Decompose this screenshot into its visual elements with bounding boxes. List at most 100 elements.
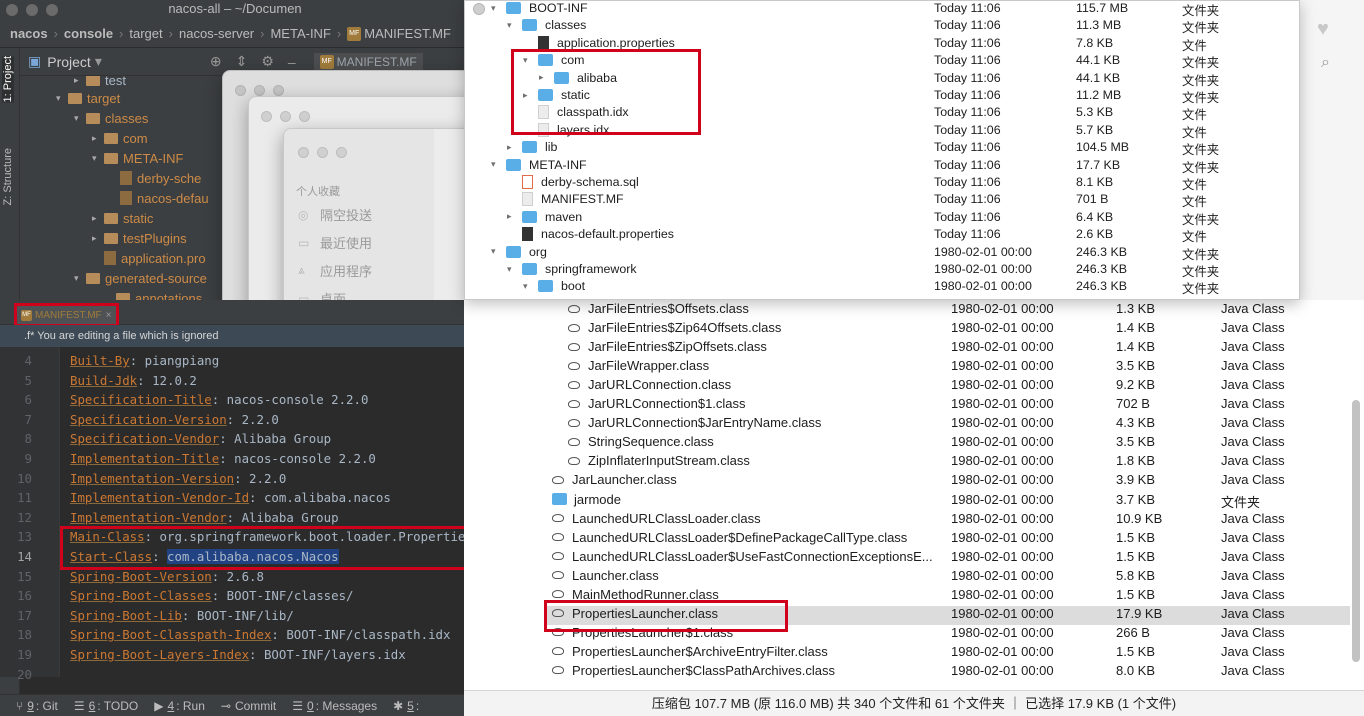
collapse-all-icon[interactable]: ⇕ — [236, 53, 248, 70]
tool-tab-structure[interactable]: Z: Structure — [2, 148, 14, 205]
code-line[interactable]: 9 Implementation-Title: nacos-console 2.2… — [0, 449, 542, 469]
archive-row[interactable]: JarURLConnection$1.class 1980-02-01 00:00… — [544, 396, 1350, 415]
chevron-down-icon[interactable]: ▾ — [523, 281, 538, 292]
chevron-down-icon[interactable]: ▾ — [491, 159, 506, 170]
archive-row[interactable]: ZipInflaterInputStream.class 1980-02-01 0… — [544, 453, 1350, 472]
heart-icon[interactable]: ♥ — [1317, 18, 1329, 41]
archive-tree-row[interactable]: ▾ boot 1980-02-01 00:00 246.3 KB 文件夹 — [489, 279, 1299, 296]
code-line[interactable]: 4 Built-By: piangpiang — [0, 351, 542, 371]
tree-node[interactable]: ▸ testPlugins — [92, 228, 187, 248]
tree-node[interactable]: derby-sche — [120, 168, 201, 188]
code-line[interactable]: 17 Spring-Boot-Lib: BOOT-INF/lib/ — [0, 606, 542, 626]
archive-row[interactable]: LaunchedURLClassLoader.class 1980-02-01 0… — [544, 511, 1350, 530]
editor-tab-manifest-top[interactable]: MF MANIFEST.MF — [313, 52, 423, 71]
debug-tool-button[interactable]: ✱ 5: — [393, 699, 419, 713]
window-control[interactable] — [473, 3, 485, 15]
chevron-down-icon[interactable]: ▾ — [507, 20, 522, 31]
archive-tree-row[interactable]: ▸ lib Today 11:06 104.5 MB 文件夹 — [489, 140, 1299, 157]
chevron-down-icon[interactable]: ▾ — [491, 3, 506, 14]
tree-node[interactable]: annotations — [116, 288, 202, 300]
breadcrumb-item-manifest[interactable]: MF MANIFEST.MF — [347, 26, 451, 41]
archive-tree-row[interactable]: MANIFEST.MF Today 11:06 701 B 文件 — [489, 192, 1299, 209]
zoom-window-button[interactable] — [46, 4, 58, 16]
locate-icon[interactable]: ⊕ — [210, 53, 222, 70]
archive-row[interactable]: JarLauncher.class 1980-02-01 00:00 3.9 KB J… — [544, 472, 1350, 491]
tree-node[interactable]: ▸ static — [92, 208, 153, 228]
chevron-down-icon[interactable]: ▾ — [95, 53, 102, 70]
search-icon[interactable]: ⌕ — [1321, 54, 1330, 72]
archive-tree-row[interactable]: ▾ classes Today 11:06 11.3 MB 文件夹 — [489, 18, 1299, 35]
archive-tree-row[interactable]: ▾ org 1980-02-01 00:00 246.3 KB 文件夹 — [489, 245, 1299, 262]
sidebar-item-recents[interactable]: ▭ 最近使用 — [298, 233, 372, 252]
code-editor[interactable]: 4 Built-By: piangpiang 5 Build-Jdk: 12.0.2 6… — [0, 347, 542, 682]
archive-tree-row[interactable]: ▾ springframework 1980-02-01 00:00 246.3 KB… — [489, 262, 1299, 279]
code-line[interactable]: 10 Implementation-Version: 2.2.0 — [0, 469, 542, 489]
code-line[interactable]: 18 Spring-Boot-Classpath-Index: BOOT-INF/… — [0, 625, 542, 645]
archive-row[interactable]: PropertiesLauncher$ClassPathArchives.cla… — [544, 663, 1350, 682]
tree-node[interactable]: ▸ com — [92, 128, 148, 148]
archive-tree-row[interactable]: nacos-default.properties Today 11:06 2.6 K… — [489, 227, 1299, 244]
code-line[interactable]: 20 — [0, 665, 542, 685]
archive-row[interactable]: Launcher.class 1980-02-01 00:00 5.8 KB Java… — [544, 568, 1350, 587]
sidebar-item-applications[interactable]: ⩓ 应用程序 — [298, 261, 372, 280]
run-tool-button[interactable]: ▶ 4: Run — [154, 699, 205, 713]
sidebar-item-airdrop[interactable]: ◎ 隔空投送 — [298, 205, 372, 224]
editor-tab-manifest[interactable]: MF MANIFEST.MF × — [14, 303, 119, 327]
archive-tree-row[interactable]: derby-schema.sql Today 11:06 8.1 KB 文件 — [489, 175, 1299, 192]
java-class-icon — [568, 361, 580, 370]
archive-row[interactable]: JarURLConnection$JarEntryName.class 1980-… — [544, 415, 1350, 434]
tree-node[interactable]: ▾ META-INF — [92, 148, 183, 168]
breadcrumb-item[interactable]: console — [64, 26, 113, 41]
chevron-down-icon[interactable]: ▾ — [507, 264, 522, 275]
archive-row[interactable]: LaunchedURLClassLoader$UseFastConnection… — [544, 549, 1350, 568]
vertical-scrollbar[interactable] — [1352, 400, 1360, 662]
archive-row[interactable]: JarFileEntries$ZipOffsets.class 1980-02-0… — [544, 339, 1350, 358]
archive-row[interactable]: jarmode 1980-02-01 00:00 3.7 KB 文件夹 — [544, 492, 1350, 511]
archive-row[interactable]: JarFileEntries$Offsets.class 1980-02-01 0… — [544, 301, 1350, 320]
entry-kind: Java Class — [1221, 301, 1285, 316]
archive-row[interactable]: JarURLConnection.class 1980-02-01 00:00 9.… — [544, 377, 1350, 396]
archive-tree-row[interactable]: ▾ META-INF Today 11:06 17.7 KB 文件夹 — [489, 158, 1299, 175]
entry-label: PropertiesLauncher$ClassPathArchives.cla… — [572, 662, 836, 678]
archive-row[interactable]: LaunchedURLClassLoader$DefinePackageCall… — [544, 530, 1350, 549]
entry-date: 1980-02-01 00:00 — [934, 262, 1032, 276]
tree-node[interactable]: ▾ target — [56, 88, 120, 108]
code-line[interactable]: 6 Specification-Title: nacos-console 2.2.… — [0, 390, 542, 410]
code-line[interactable]: 8 Specification-Vendor: Alibaba Group — [0, 429, 542, 449]
code-line[interactable]: 5 Build-Jdk: 12.0.2 — [0, 371, 542, 391]
archive-row[interactable]: PropertiesLauncher$ArchiveEntryFilter.cl… — [544, 644, 1350, 663]
git-tool-button[interactable]: ⑂ 9: Git — [16, 699, 58, 713]
minimize-window-button[interactable] — [26, 4, 38, 16]
entry-kind: 文件夹 — [1182, 143, 1220, 158]
archive-row[interactable]: JarFileWrapper.class 1980-02-01 00:00 3.5 … — [544, 358, 1350, 377]
close-window-button[interactable] — [6, 4, 18, 16]
tree-node[interactable]: ▾ generated-source — [74, 268, 207, 288]
tool-tab-project[interactable]: 1: Project — [2, 56, 14, 103]
hide-icon[interactable]: – — [288, 54, 296, 70]
chevron-down-icon[interactable]: ▾ — [491, 246, 506, 257]
archive-row[interactable]: JarFileEntries$Zip64Offsets.class 1980-02… — [544, 320, 1350, 339]
archive-tree-row[interactable]: ▾ BOOT-INF Today 11:06 115.7 MB 文件夹 — [489, 1, 1299, 18]
breadcrumb-item[interactable]: target — [129, 26, 162, 41]
tree-node[interactable]: ▾ classes — [74, 108, 148, 128]
gear-icon[interactable]: ⚙ — [261, 53, 274, 70]
tree-node[interactable]: nacos-defau — [120, 188, 209, 208]
todo-tool-button[interactable]: ☰ 6: TODO — [74, 699, 138, 713]
breadcrumb-item[interactable]: META-INF — [270, 26, 330, 41]
breadcrumb-item[interactable]: nacos — [10, 26, 48, 41]
code-line[interactable]: 12 Implementation-Vendor: Alibaba Group — [0, 508, 542, 528]
archive-tree-row[interactable]: ▸ maven Today 11:06 6.4 KB 文件夹 — [489, 210, 1299, 227]
breadcrumb-item[interactable]: nacos-server — [179, 26, 254, 41]
code-line[interactable]: 7 Specification-Version: 2.2.0 — [0, 410, 542, 430]
project-view-selector[interactable]: Project — [47, 54, 91, 70]
code-line[interactable]: 19 Spring-Boot-Layers-Index: BOOT-INF/lay… — [0, 645, 542, 665]
close-icon[interactable]: × — [106, 310, 112, 321]
chevron-right-icon[interactable]: ▸ — [507, 142, 522, 153]
code-line[interactable]: 16 Spring-Boot-Classes: BOOT-INF/classes/ — [0, 586, 542, 606]
messages-tool-button[interactable]: ☰ 0: Messages — [292, 699, 377, 713]
chevron-right-icon[interactable]: ▸ — [507, 211, 522, 222]
code-line[interactable]: 11 Implementation-Vendor-Id: com.alibaba.… — [0, 488, 542, 508]
tree-node[interactable]: application.pro — [104, 248, 206, 268]
commit-tool-button[interactable]: ⊸ Commit — [221, 699, 276, 713]
archive-row[interactable]: StringSequence.class 1980-02-01 00:00 3.5 … — [544, 434, 1350, 453]
